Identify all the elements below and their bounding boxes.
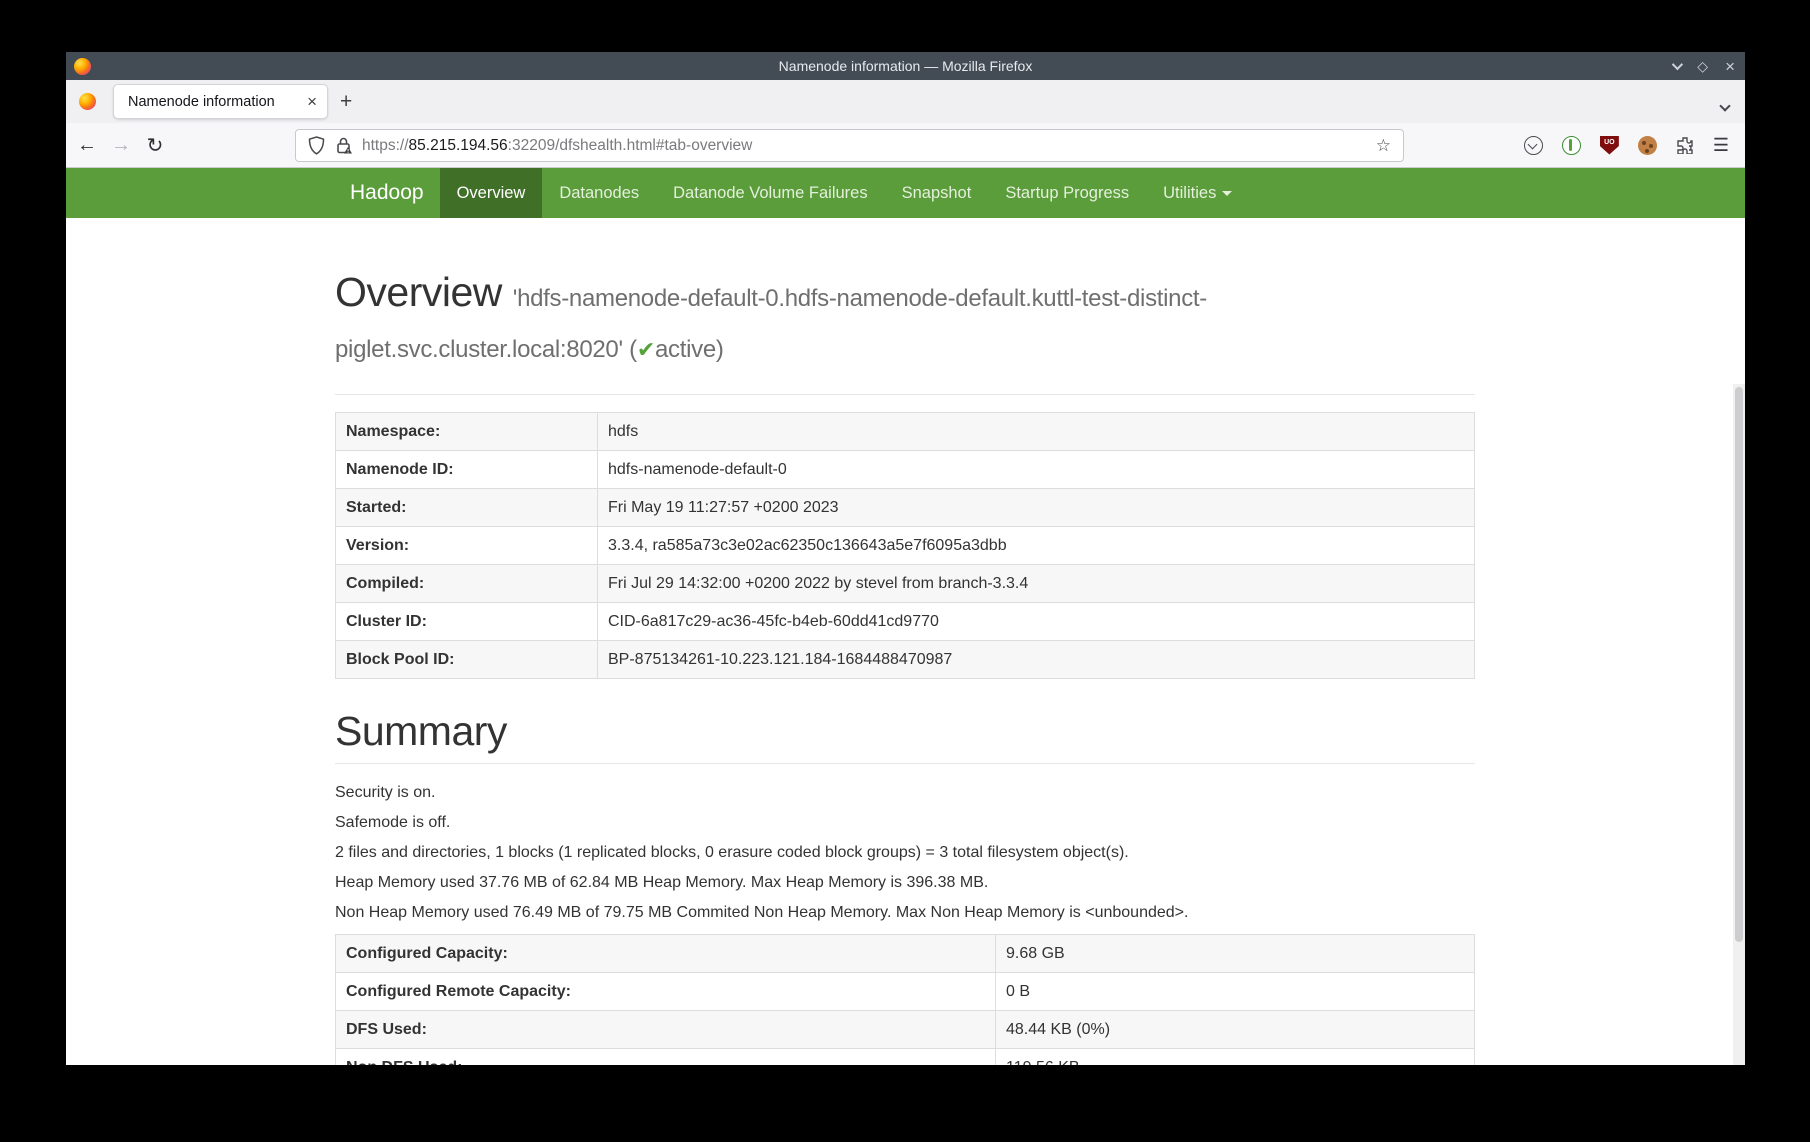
cookie-extension-icon[interactable] — [1638, 136, 1657, 155]
new-tab-button[interactable]: + — [340, 91, 352, 112]
tab-overflow-button[interactable] — [1721, 97, 1729, 115]
status-badge: (✔active) — [629, 336, 723, 363]
table-row: Namenode ID:hdfs-namenode-default-0 — [336, 451, 1475, 489]
table-row: Compiled:Fri Jul 29 14:32:00 +0200 2022 … — [336, 565, 1475, 603]
capacity-table: Configured Capacity:9.68 GB Configured R… — [335, 934, 1475, 1065]
summary-heading: Summary — [335, 709, 1475, 753]
divider — [335, 763, 1475, 764]
namenode-info-table: Namespace:hdfs Namenode ID:hdfs-namenode… — [335, 412, 1475, 679]
nav-item-snapshot[interactable]: Snapshot — [885, 168, 989, 218]
chevron-down-icon — [1222, 191, 1232, 196]
firefox-view-button[interactable] — [79, 93, 96, 110]
bookmark-star-icon[interactable]: ☆ — [1376, 136, 1391, 156]
pocket-icon[interactable] — [1524, 136, 1543, 155]
nav-item-startup-progress[interactable]: Startup Progress — [988, 168, 1146, 218]
forward-button[interactable]: → — [104, 134, 138, 157]
shield-icon[interactable] — [308, 136, 325, 155]
table-row: DFS Used:48.44 KB (0%) — [336, 1011, 1475, 1049]
table-row: Started:Fri May 19 11:27:57 +0200 2023 — [336, 489, 1475, 527]
hadoop-navbar: Hadoop Overview Datanodes Datanode Volum… — [66, 168, 1745, 218]
url-text: https://85.215.194.56:32209/dfshealth.ht… — [362, 137, 752, 155]
hamburger-menu-icon[interactable]: ☰ — [1713, 135, 1729, 156]
nav-item-utilities[interactable]: Utilities — [1146, 168, 1249, 218]
lock-warning-icon[interactable] — [335, 136, 353, 155]
table-row: Non DFS Used:119.56 KB — [336, 1049, 1475, 1066]
extensions-puzzle-icon[interactable] — [1676, 136, 1694, 154]
summary-line: 2 files and directories, 1 blocks (1 rep… — [335, 844, 1475, 861]
window-titlebar: Namenode information — Mozilla Firefox ◇… — [66, 52, 1745, 80]
table-row: Cluster ID:CID-6a817c29-ac36-45fc-b4eb-6… — [336, 603, 1475, 641]
table-row: Configured Remote Capacity:0 B — [336, 973, 1475, 1011]
close-tab-icon[interactable]: × — [307, 93, 317, 110]
browser-window: Namenode information — Mozilla Firefox ◇… — [66, 52, 1745, 1065]
ublock-origin-icon[interactable]: UO — [1600, 136, 1619, 155]
scrollbar-thumb[interactable] — [1735, 387, 1743, 942]
check-icon: ✔ — [637, 337, 655, 362]
table-row: Version:3.3.4, ra585a73c3e02ac62350c1366… — [336, 527, 1475, 565]
table-row: Namespace:hdfs — [336, 413, 1475, 451]
tab-namenode-information[interactable]: Namenode information × — [113, 84, 328, 119]
tab-strip: Namenode information × + — [66, 80, 1745, 123]
back-button[interactable]: ← — [70, 134, 104, 157]
table-row: Configured Capacity:9.68 GB — [336, 935, 1475, 973]
window-title: Namenode information — Mozilla Firefox — [66, 58, 1745, 74]
summary-line: Heap Memory used 37.76 MB of 62.84 MB He… — [335, 874, 1475, 891]
summary-line: Non Heap Memory used 76.49 MB of 79.75 M… — [335, 904, 1475, 921]
nav-item-overview[interactable]: Overview — [440, 168, 543, 218]
url-bar[interactable]: https://85.215.194.56:32209/dfshealth.ht… — [295, 129, 1404, 162]
nav-item-datanode-volume-failures[interactable]: Datanode Volume Failures — [656, 168, 884, 218]
chevron-down-icon — [1672, 59, 1683, 70]
divider — [335, 394, 1475, 395]
table-row: Block Pool ID:BP-875134261-10.223.121.18… — [336, 641, 1475, 679]
privacy-badger-icon[interactable] — [1562, 136, 1581, 155]
maximize-button[interactable]: ◇ — [1697, 59, 1708, 73]
nav-item-datanodes[interactable]: Datanodes — [542, 168, 656, 218]
close-window-button[interactable]: × — [1725, 58, 1735, 75]
chevron-down-icon — [1719, 100, 1730, 111]
overview-heading: Overview 'hdfs-namenode-default-0.hdfs-n… — [335, 270, 1475, 372]
page-scrollbar[interactable] — [1733, 384, 1745, 1065]
summary-line: Security is on. — [335, 784, 1475, 801]
tab-title: Namenode information — [128, 94, 307, 110]
hadoop-brand[interactable]: Hadoop — [335, 168, 440, 218]
minimize-button[interactable] — [1672, 57, 1680, 75]
browser-toolbar: ← → ↻ https://85.215.194.56:32209/dfshea… — [66, 123, 1745, 168]
summary-line: Safemode is off. — [335, 814, 1475, 831]
page-content: Overview 'hdfs-namenode-default-0.hdfs-n… — [66, 218, 1745, 1065]
reload-button[interactable]: ↻ — [138, 133, 172, 158]
